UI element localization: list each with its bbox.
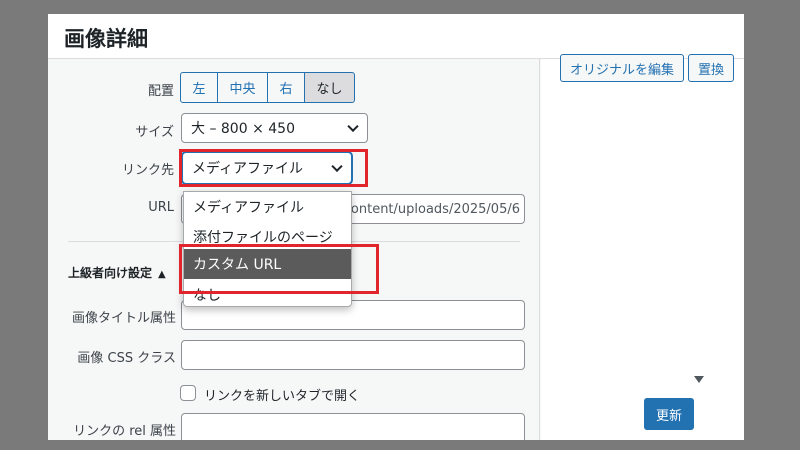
alignment-button-group: 左 中央 右 なし xyxy=(180,72,355,103)
modal-title: 画像詳細 xyxy=(64,27,148,51)
highlight-link-select xyxy=(179,149,368,187)
edit-original-button[interactable]: オリジナルを編集 xyxy=(560,54,684,82)
link-to-label: リンク先 xyxy=(121,163,174,178)
open-new-tab-checkbox[interactable] xyxy=(180,385,196,401)
image-title-attribute-label: 画像タイトル属性 xyxy=(71,311,176,326)
image-details-modal: 画像詳細 オリジナルを編集 置換 配置 左 中央 右 なし サイズ 大 – 80… xyxy=(48,14,744,440)
resize-handle-icon[interactable] xyxy=(694,376,704,383)
replace-button[interactable]: 置換 xyxy=(688,54,734,82)
link-rel-input[interactable] xyxy=(181,413,525,440)
link-option-media-file[interactable]: メディアファイル xyxy=(184,192,351,222)
link-rel-label: リンクの rel 属性 xyxy=(73,424,176,439)
update-button[interactable]: 更新 xyxy=(644,398,694,430)
align-none-button[interactable]: なし xyxy=(304,72,355,103)
align-right-button[interactable]: 右 xyxy=(267,72,305,103)
size-select[interactable]: 大 – 800 × 450 xyxy=(181,113,368,143)
url-label: URL xyxy=(148,200,174,215)
advanced-settings-label: 上級者向け設定 xyxy=(68,266,153,280)
open-new-tab-label: リンクを新しいタブで開く xyxy=(204,389,361,404)
chevron-down-icon xyxy=(347,120,359,133)
image-preview-panel xyxy=(541,59,744,440)
modal-header: 画像詳細 xyxy=(48,14,744,59)
image-css-class-label: 画像 CSS クラス xyxy=(77,351,176,366)
triangle-up-icon: ▲ xyxy=(158,269,166,280)
alignment-label: 配置 xyxy=(147,84,174,99)
align-center-button[interactable]: 中央 xyxy=(217,72,268,103)
image-css-class-input[interactable] xyxy=(181,340,525,370)
size-label: サイズ xyxy=(135,125,174,140)
highlight-custom-url-option xyxy=(179,244,379,294)
align-left-button[interactable]: 左 xyxy=(180,72,218,103)
advanced-settings-toggle[interactable]: 上級者向け設定 ▲ xyxy=(68,264,166,281)
size-select-value: 大 – 800 × 450 xyxy=(191,121,295,137)
